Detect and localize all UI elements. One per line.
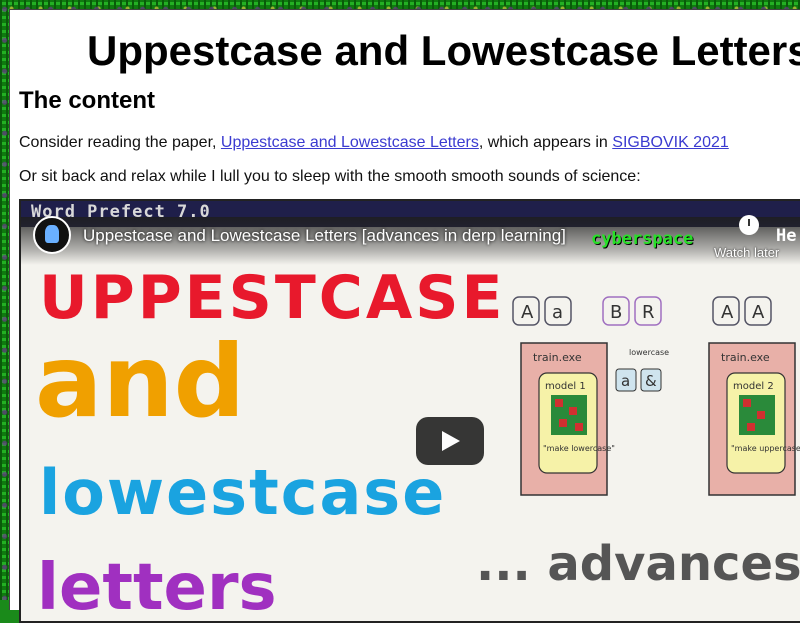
para1-middle: , which appears in (478, 134, 613, 151)
venue-link[interactable]: SIGBOVIK 2021 (612, 134, 729, 151)
thumbnail-cyberspace-text: cyberspace (591, 229, 694, 249)
thumbnail-diagram: A a B R A A train.exe model 1 "make lowe… (512, 296, 800, 496)
pair3-b: A (752, 302, 765, 323)
youtube-embed[interactable]: Word Prefect 7.0 Uppestcase and Lowestca… (19, 199, 800, 623)
thumbnail-advances: ... advances i (476, 536, 800, 592)
para1-prefix: Consider reading the paper, (19, 134, 221, 151)
out1-a: a (621, 372, 630, 390)
watch-later-label[interactable]: Watch later (714, 245, 779, 260)
input-pair-2: B R (602, 296, 662, 326)
play-icon[interactable] (416, 417, 484, 465)
thumbnail-letters: letters (37, 551, 277, 623)
thumbnail-he-text: He (776, 226, 797, 246)
thumbnail-lowestcase: lowestcase (39, 456, 447, 529)
channel-avatar-icon[interactable] (33, 216, 71, 254)
pair3-a: A (721, 302, 734, 323)
out1-b: & (645, 372, 657, 390)
watch-later-icon[interactable] (739, 215, 759, 235)
prompt-2: "make uppercase" (731, 444, 800, 453)
video-title[interactable]: Uppestcase and Lowestcase Letters [advan… (83, 226, 566, 246)
pair2-b: R (642, 302, 655, 323)
input-pair-1: A a (512, 296, 572, 326)
train-label-1: train.exe (533, 351, 582, 364)
thumbnail-and: and (35, 323, 246, 440)
pair1-a: A (521, 302, 534, 323)
model-label-2: model 2 (733, 381, 774, 392)
side-label: lowercase (629, 348, 669, 357)
paper-link[interactable]: Uppestcase and Lowestcase Letters (221, 134, 479, 151)
relax-paragraph: Or sit back and relax while I lull you t… (19, 168, 641, 185)
train-label-2: train.exe (721, 351, 770, 364)
prompt-1: "make lowercase" (543, 444, 615, 453)
page-content: Uppestcase and Lowestcase Letters The co… (9, 9, 800, 623)
intro-paragraph: Consider reading the paper, Uppestcase a… (19, 134, 729, 152)
page-title: Uppestcase and Lowestcase Letters (87, 27, 800, 74)
model-label-1: model 1 (545, 381, 586, 392)
pair2-a: B (610, 302, 622, 323)
section-heading: The content (19, 87, 155, 114)
pair1-b: a (552, 302, 563, 323)
input-pair-3: A A (712, 296, 772, 326)
